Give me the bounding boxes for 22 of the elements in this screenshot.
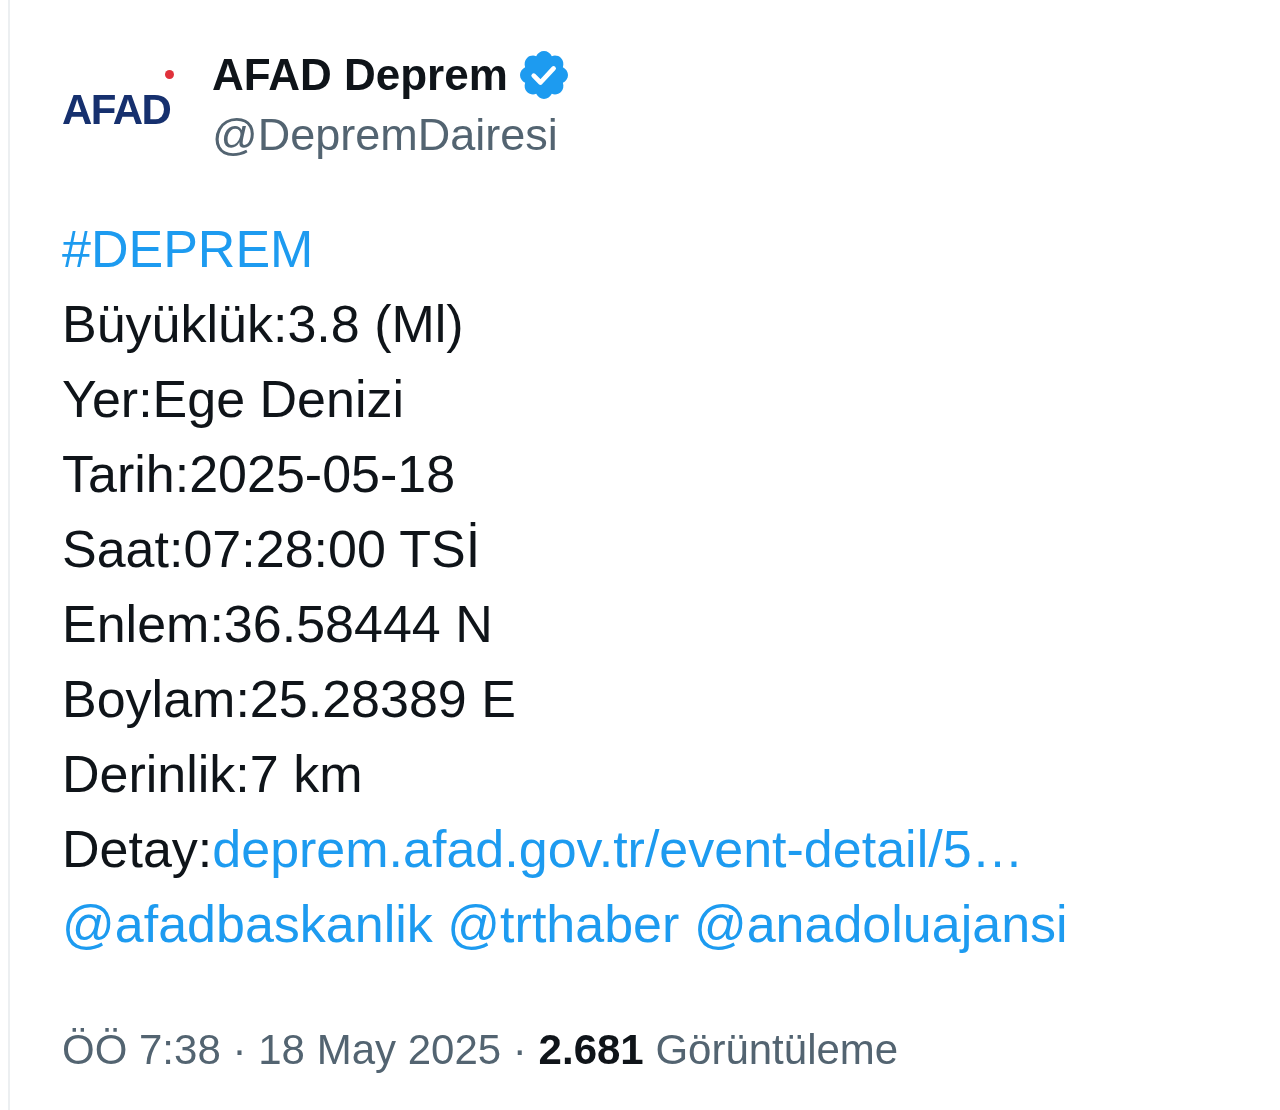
detail-label: Detay:	[62, 819, 213, 880]
tweet-text-line: Derinlik:7 km	[62, 744, 363, 805]
tweet-text-line: Boylam:25.28389 E	[62, 669, 516, 730]
tweet-text-line: Saat:07:28:00 TSİ	[62, 519, 481, 580]
account-name[interactable]: AFAD Deprem	[212, 46, 508, 104]
separator-dot: ·	[512, 1025, 527, 1075]
tweet-text-line: Enlem:36.58444 N	[62, 594, 493, 655]
hashtag-link[interactable]: #DEPREM	[62, 212, 314, 287]
tweet-text-line: Yer:Ege Denizi	[62, 369, 405, 430]
detail-link[interactable]: deprem.afad.gov.tr/event-detail/5…	[212, 812, 1024, 887]
post-time[interactable]: ÖÖ 7:38	[62, 1020, 221, 1080]
mention-link[interactable]: @anadoluajansi	[693, 887, 1068, 962]
tweet-text-line: Tarih:2025-05-18	[62, 444, 456, 505]
logo-text: AFAD	[62, 88, 171, 132]
post-date[interactable]: 18 May 2025	[258, 1020, 502, 1080]
tweet-text-line: Büyüklük:3.8 (Ml)	[62, 294, 464, 355]
view-count: 2.681 Görüntüleme	[538, 1025, 899, 1075]
separator-dot: ·	[232, 1025, 247, 1075]
mention-link[interactable]: @afadbaskanlik	[62, 887, 433, 962]
logo-dot-icon	[165, 70, 174, 79]
account-handle[interactable]: @DepremDairesi	[212, 104, 568, 166]
mention-link[interactable]: @trthaber	[447, 887, 680, 962]
